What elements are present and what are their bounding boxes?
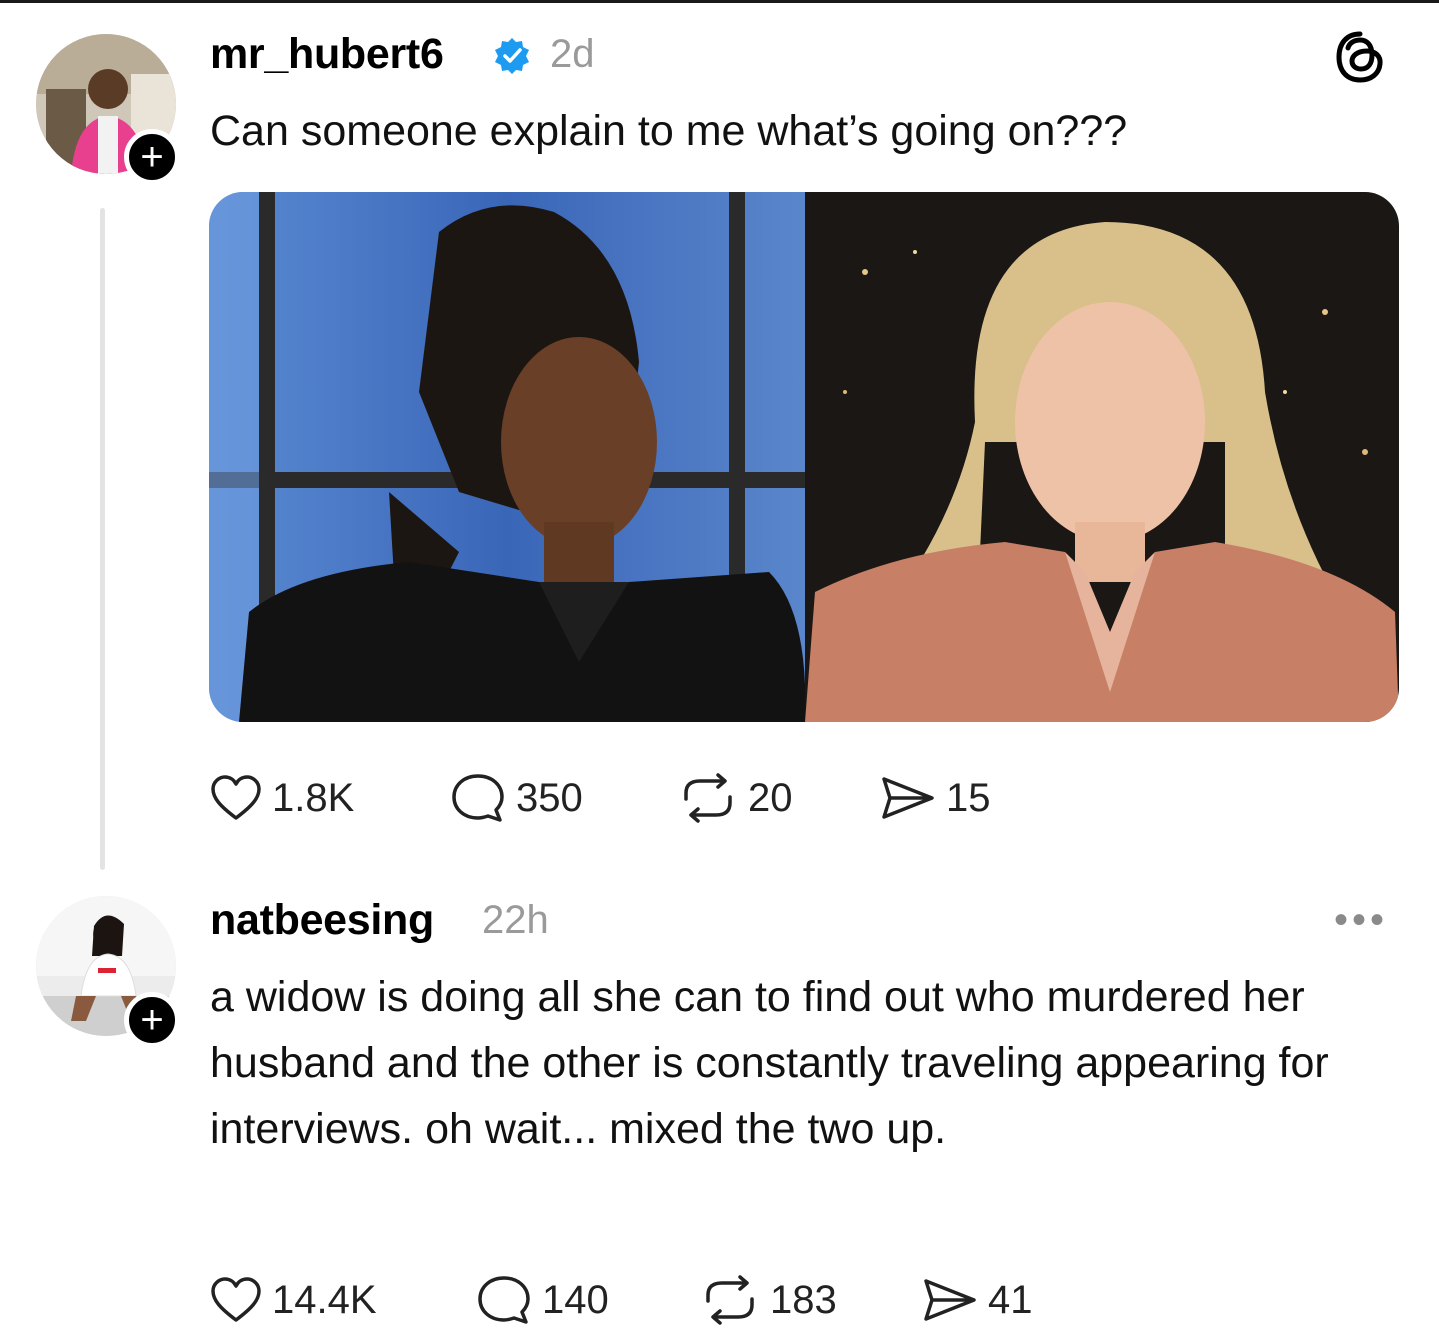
post-username[interactable]: mr_hubert6 (210, 30, 444, 79)
post-time: 22h (482, 898, 549, 942)
verified-badge-icon (495, 38, 529, 74)
send-icon (882, 777, 934, 819)
repost-button[interactable]: 20 (678, 768, 793, 828)
plus-glyph: + (140, 998, 164, 1042)
send-icon (924, 1279, 976, 1321)
follow-plus-icon[interactable]: + (124, 129, 180, 185)
post-actions: 1.8K 350 20 15 (210, 768, 1110, 828)
threads-logo-icon[interactable] (1331, 28, 1389, 86)
heart-icon (211, 1277, 261, 1322)
top-divider (0, 0, 1439, 3)
thread-connector-line (100, 208, 105, 870)
reply-count: 140 (542, 1277, 609, 1322)
like-button[interactable]: 1.8K (210, 768, 354, 828)
reply-bubble-icon (478, 1276, 530, 1324)
like-count: 1.8K (272, 775, 355, 820)
share-count: 41 (988, 1277, 1033, 1322)
more-options-icon[interactable]: ••• (1334, 898, 1388, 943)
post-image[interactable] (209, 192, 1399, 722)
repost-icon (706, 1275, 754, 1325)
reply-button[interactable]: 140 (476, 1270, 609, 1330)
share-button[interactable]: 41 (922, 1270, 1033, 1330)
post-text: Can someone explain to me what’s going o… (210, 107, 1128, 155)
reply-button[interactable]: 350 (450, 768, 583, 828)
repost-button[interactable]: 183 (700, 1270, 837, 1330)
repost-count: 183 (770, 1277, 837, 1322)
post-actions: 14.4K 140 183 41 (210, 1270, 1210, 1330)
post-time: 2d (550, 32, 595, 76)
repost-count: 20 (748, 775, 793, 820)
plus-glyph: + (140, 135, 164, 179)
repost-icon (684, 773, 732, 823)
share-button[interactable]: 15 (880, 768, 991, 828)
reply-bubble-icon (452, 774, 504, 822)
like-button[interactable]: 14.4K (210, 1270, 377, 1330)
reply-count: 350 (516, 775, 583, 820)
image-right-portrait (805, 192, 1399, 722)
post-username[interactable]: natbeesing (210, 896, 434, 945)
image-left-portrait (209, 192, 805, 722)
follow-plus-icon[interactable]: + (124, 992, 180, 1048)
share-count: 15 (946, 775, 991, 820)
post-text: a widow is doing all she can to find out… (210, 973, 1329, 1153)
heart-icon (211, 775, 261, 820)
like-count: 14.4K (272, 1277, 377, 1322)
